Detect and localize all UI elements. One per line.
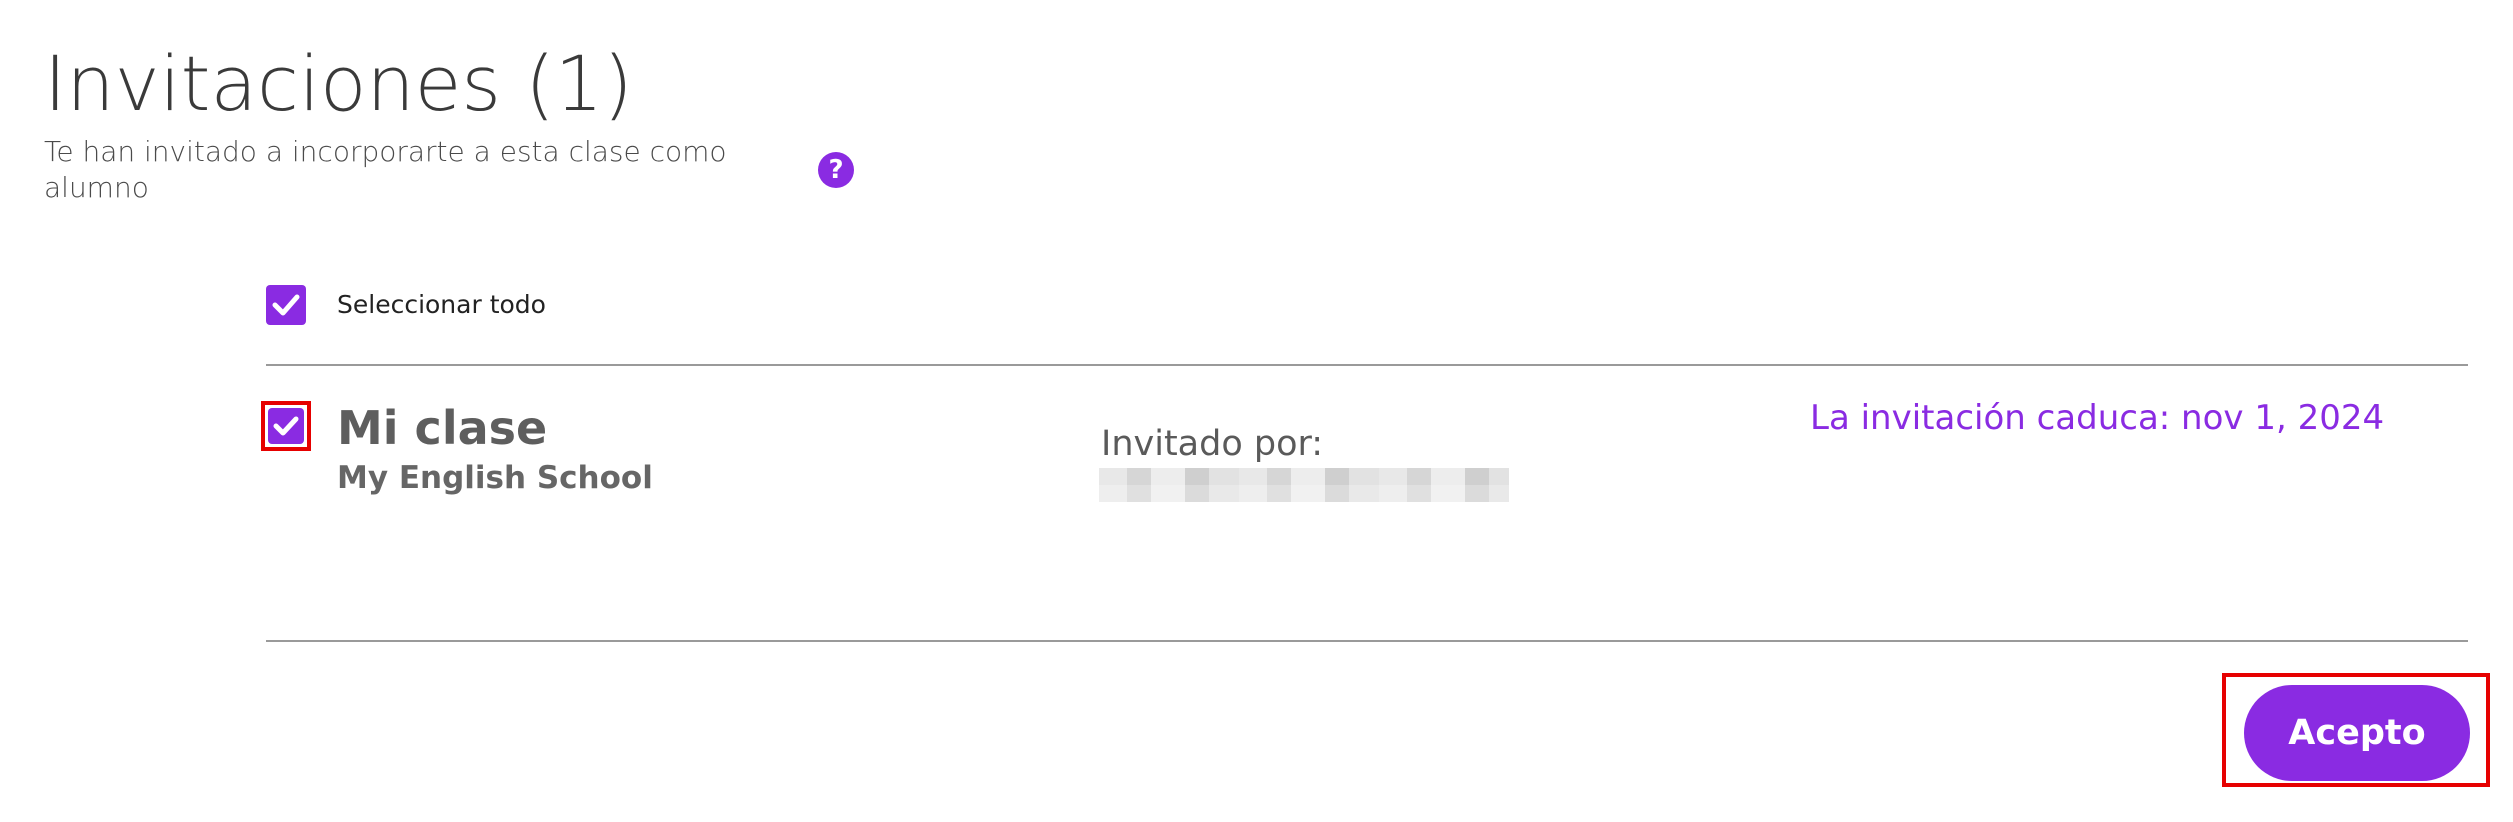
divider bbox=[266, 364, 2468, 366]
divider bbox=[266, 640, 2468, 642]
page-subtitle: Te han invitado a incorporarte a esta cl… bbox=[44, 135, 727, 204]
class-name: Mi clase bbox=[337, 401, 548, 455]
accept-button-highlight: Acepto bbox=[2222, 673, 2490, 787]
invitation-checkbox-highlight bbox=[261, 401, 311, 451]
checkmark-icon bbox=[272, 294, 300, 316]
invited-by-label: Invitado por: bbox=[1101, 424, 1324, 464]
school-name: My English School bbox=[337, 460, 653, 496]
question-circle-icon[interactable]: ? bbox=[818, 152, 854, 188]
page-title: Invitaciones (1) bbox=[44, 39, 633, 128]
accept-button[interactable]: Acepto bbox=[2244, 685, 2470, 781]
select-all-label[interactable]: Seleccionar todo bbox=[337, 288, 546, 322]
checkmark-icon bbox=[273, 416, 299, 436]
inviter-name-redacted bbox=[1099, 468, 1509, 502]
select-all-checkbox[interactable] bbox=[266, 285, 306, 325]
invitation-checkbox[interactable] bbox=[268, 408, 304, 444]
invitation-expiry: La invitación caduca: nov 1, 2024 bbox=[1810, 398, 2385, 438]
